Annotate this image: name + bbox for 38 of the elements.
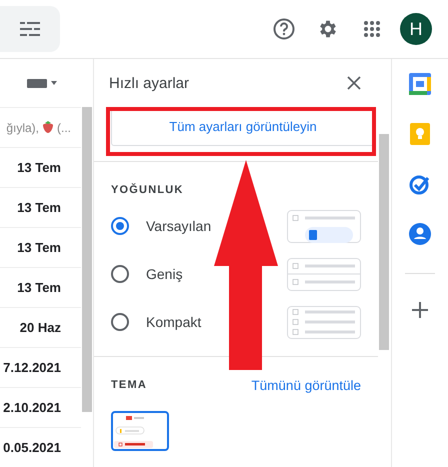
scrollbar-thumb[interactable]: [82, 107, 92, 412]
tasks-icon[interactable]: [409, 173, 431, 195]
section-heading: TEMA: [111, 379, 147, 391]
grid-icon[interactable]: [363, 20, 381, 38]
mail-date: 13 Tem: [17, 200, 61, 215]
mail-date: 20 Haz: [20, 320, 61, 335]
mail-date: 13 Tem: [17, 240, 61, 255]
close-icon[interactable]: [347, 76, 361, 90]
density-preview-icon: [287, 306, 361, 338]
message-snippet: ğıyla),: [6, 120, 39, 134]
mail-date: 0.05.2021: [3, 440, 61, 455]
message-snippet: (...: [57, 120, 71, 134]
density-preview-icon: [287, 210, 361, 242]
scrollbar-thumb[interactable]: [379, 134, 389, 350]
mail-date: 13 Tem: [17, 160, 61, 175]
panel-title: Hızlı ayarlar: [109, 74, 190, 92]
contacts-icon[interactable]: [409, 223, 431, 245]
keyboard-icon[interactable]: [27, 78, 57, 88]
help-icon[interactable]: [273, 18, 295, 40]
theme-thumbnail-drawing[interactable]: [111, 411, 169, 451]
section-heading: YOĞUNLUK: [111, 184, 184, 196]
calendar-icon[interactable]: [409, 73, 431, 95]
density-option-label: Kompakt: [146, 314, 202, 330]
filter-button[interactable]: [0, 6, 60, 52]
mail-date: 7.12.2021: [3, 360, 61, 375]
radio-button[interactable]: [111, 313, 129, 331]
radio-button[interactable]: [111, 265, 129, 283]
add-icon[interactable]: [412, 302, 428, 318]
strawberry-icon: [42, 121, 54, 134]
density-option-label: Geniş: [146, 266, 183, 282]
mail-date: 2.10.2021: [3, 400, 61, 415]
account-avatar[interactable]: H: [400, 13, 432, 45]
view-all-link[interactable]: Tümünü görüntüle: [251, 378, 361, 392]
sliders-icon[interactable]: [20, 20, 40, 38]
density-preview-icon: [287, 258, 361, 290]
density-option-label: Varsayılan: [146, 218, 212, 234]
mail-date: 13 Tem: [17, 280, 61, 295]
radio-button[interactable]: [111, 217, 129, 235]
